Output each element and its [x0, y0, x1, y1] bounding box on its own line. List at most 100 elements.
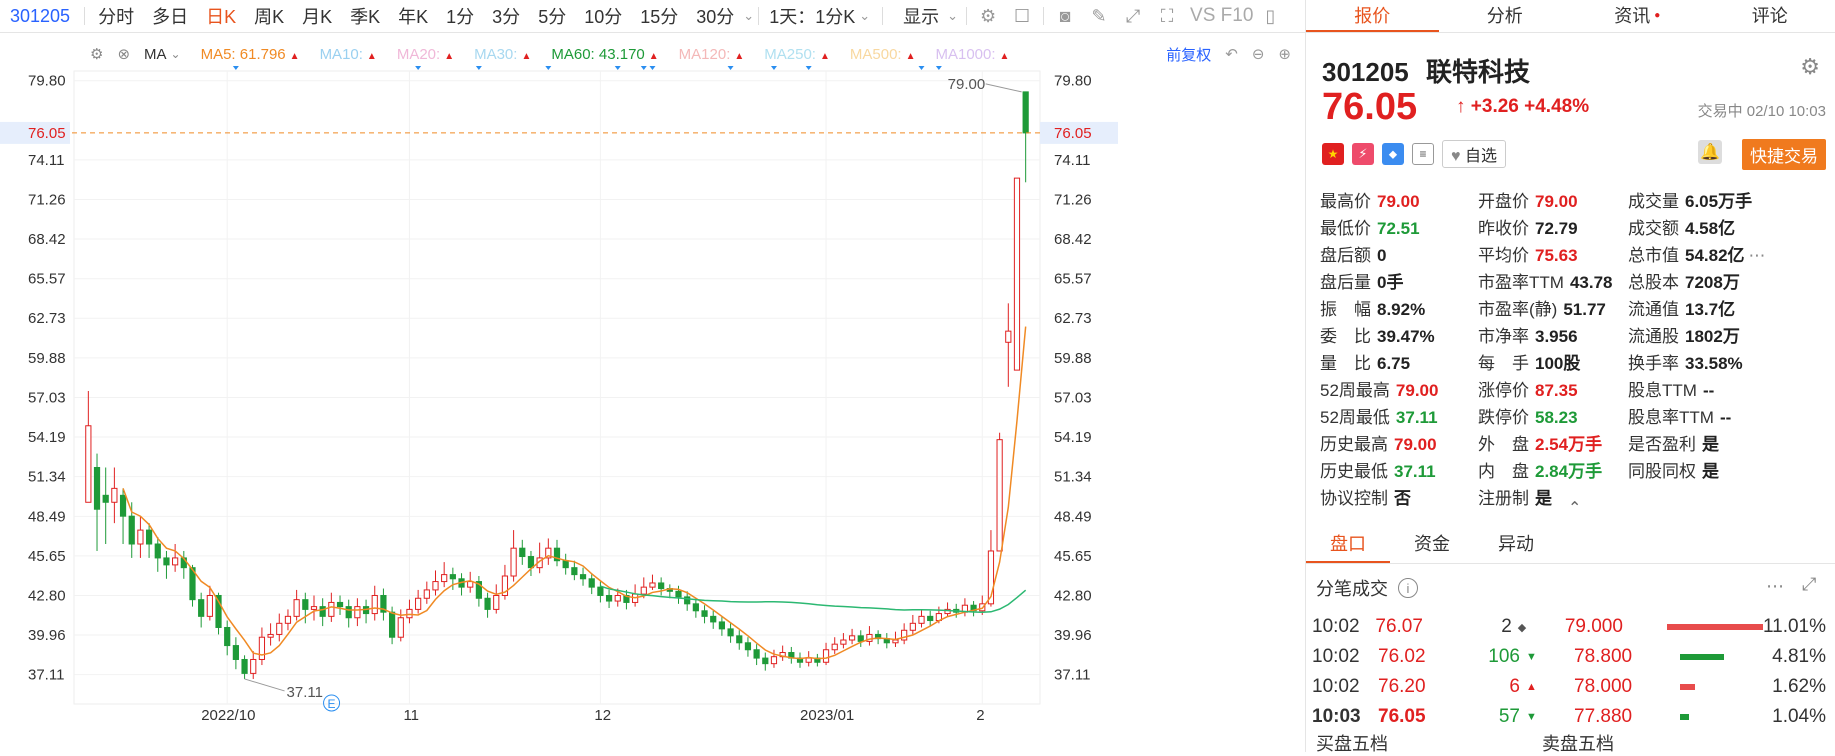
settings-icon[interactable]: ⚙ — [975, 3, 1001, 29]
stock-code: 301205 — [1322, 57, 1409, 87]
undo-icon[interactable]: ↶ — [1225, 45, 1238, 63]
panel-tab[interactable]: 分析 — [1439, 0, 1572, 32]
zoom-out-icon[interactable]: ⊖ — [1252, 45, 1265, 63]
event-marker-icon[interactable] — [806, 66, 812, 70]
quote-label: 市净率 — [1478, 327, 1529, 346]
y-tick-left: 45.65 — [28, 548, 66, 565]
candle-body — [407, 609, 412, 617]
bell-icon[interactable]: 🔔 — [1698, 140, 1722, 164]
quote-cell: 是否盈利是 — [1628, 430, 1796, 455]
interval-select[interactable]: 1天：1分K — [763, 3, 859, 29]
panel-tab-label: 评论 — [1752, 6, 1788, 26]
ma-type-select[interactable]: MA — [144, 46, 167, 63]
y-tick-left: 57.03 — [28, 390, 66, 407]
event-marker-icon[interactable] — [415, 66, 421, 70]
quote-label: 流通股 — [1628, 327, 1679, 346]
fullscreen-icon[interactable]: ⛶ — [1154, 3, 1180, 29]
symbol-label[interactable]: 301205 — [0, 6, 80, 27]
panel-tab[interactable]: 评论 — [1704, 0, 1835, 32]
candle-body — [702, 611, 707, 617]
event-marker-icon[interactable] — [545, 66, 551, 70]
period-tab[interactable]: 10分 — [575, 3, 631, 29]
period-chevron-icon[interactable]: ⌄ — [743, 8, 754, 24]
candle-body — [580, 575, 585, 579]
quote-cell: 总股本7208万 — [1628, 268, 1796, 293]
y-tick-right: 45.65 — [1054, 548, 1092, 565]
event-marker-icon[interactable] — [641, 66, 647, 70]
more-icon[interactable]: ⋯ — [1766, 576, 1784, 597]
event-marker-icon[interactable] — [771, 66, 777, 70]
period-tab[interactable]: 分时 — [89, 3, 143, 29]
sub-tab[interactable]: 资金 — [1390, 525, 1474, 563]
period-tab[interactable]: 周K — [245, 3, 293, 29]
period-tab[interactable]: 15分 — [631, 3, 687, 29]
quote-value: 37.11 — [1394, 462, 1436, 481]
sidebar-toggle-icon[interactable]: ▯ — [1257, 3, 1283, 29]
period-tab[interactable]: 日K — [197, 3, 245, 29]
quick-trade-button[interactable]: 快捷交易 — [1742, 139, 1826, 170]
event-marker-icon[interactable] — [919, 66, 925, 70]
camera-icon[interactable]: ◙ — [1052, 3, 1078, 29]
divider — [966, 7, 967, 25]
quote-grid: 最高价79.00开盘价79.00成交量6.05万手最低价72.51昨收价72.7… — [1320, 186, 1830, 510]
quote-cell: 历史最低37.11 — [1320, 457, 1488, 482]
adjust-select[interactable]: 前复权 — [1166, 44, 1211, 65]
event-marker-icon[interactable] — [649, 66, 655, 70]
period-tab[interactable]: 月K — [293, 3, 341, 29]
sub-tab[interactable]: 盘口 — [1306, 525, 1390, 563]
candle-body — [442, 575, 447, 582]
square-icon[interactable]: ☐ — [1009, 3, 1035, 29]
tick-volume: 2 — [1452, 616, 1512, 638]
kline-chart[interactable]: 79.8079.8074.1174.1171.2671.2668.4268.42… — [0, 66, 1305, 752]
y-tick-left: 48.49 — [28, 508, 66, 525]
candle-body — [355, 607, 360, 618]
zoom-in-icon[interactable]: ⊕ — [1278, 45, 1291, 63]
event-marker-icon[interactable] — [233, 66, 239, 70]
collapse-icon[interactable]: ⌃ — [1568, 498, 1581, 518]
chevron-down-icon[interactable]: ⌄ — [859, 8, 870, 24]
last-price: 76.05 — [1322, 86, 1417, 129]
doc-icon: ≡ — [1412, 143, 1434, 165]
trade-status: 交易中 02/10 10:03 — [1698, 100, 1826, 121]
event-marker-icon[interactable] — [476, 66, 482, 70]
expand-icon[interactable]: ⤢ — [1802, 574, 1816, 595]
quote-label: 量 比 — [1320, 354, 1371, 373]
more-icon[interactable]: ⋯ — [1749, 246, 1766, 265]
up-arrow-icon: ▲ — [1520, 681, 1550, 693]
candle-body — [146, 530, 151, 544]
up-arrow-icon: ▲ — [820, 51, 830, 62]
period-tab[interactable]: 30分 — [687, 3, 743, 29]
pen-icon[interactable]: ✎ — [1086, 3, 1112, 29]
panel-tab[interactable]: 资讯● — [1571, 0, 1704, 32]
candle-body — [832, 644, 837, 650]
quote-label: 是否盈利 — [1628, 435, 1696, 454]
quote-value: 6.75 — [1377, 354, 1410, 373]
sub-tab[interactable]: 异动 — [1474, 525, 1558, 563]
expand-icon[interactable]: ⤢ — [1120, 3, 1146, 29]
period-tab[interactable]: 季K — [341, 3, 389, 29]
period-tab[interactable]: 年K — [389, 3, 437, 29]
chevron-down-icon[interactable]: ⌄ — [947, 8, 958, 24]
period-tab[interactable]: 1分 — [437, 3, 483, 29]
period-tab[interactable]: 3分 — [483, 3, 529, 29]
quote-label: 成交额 — [1628, 219, 1679, 238]
event-marker-icon[interactable] — [936, 66, 942, 70]
period-tab[interactable]: 多日 — [143, 3, 197, 29]
event-marker-icon[interactable] — [615, 66, 621, 70]
watchlist-button[interactable]: ♥ 自选 — [1442, 140, 1506, 168]
display-button[interactable]: 显示 — [887, 3, 947, 29]
close-icon[interactable]: ⊗ — [117, 45, 130, 63]
vs-f10-label[interactable]: VS F10 — [1190, 5, 1253, 27]
candle-body — [468, 582, 473, 588]
info-icon[interactable]: i — [1398, 578, 1418, 598]
event-marker-icon[interactable] — [728, 66, 734, 70]
panel-tab[interactable]: 报价 — [1306, 0, 1439, 32]
quote-label: 52周最高 — [1320, 381, 1390, 400]
quote-row: 最高价79.00开盘价79.00成交量6.05万手 — [1320, 186, 1830, 213]
period-tab[interactable]: 5分 — [529, 3, 575, 29]
quote-value: 13.7亿 — [1685, 300, 1735, 319]
chevron-down-icon[interactable]: ⌄ — [171, 47, 181, 61]
candle-body — [928, 616, 933, 620]
settings-icon[interactable]: ⚙ — [90, 45, 103, 63]
settings-icon[interactable]: ⚙ — [1800, 54, 1820, 80]
